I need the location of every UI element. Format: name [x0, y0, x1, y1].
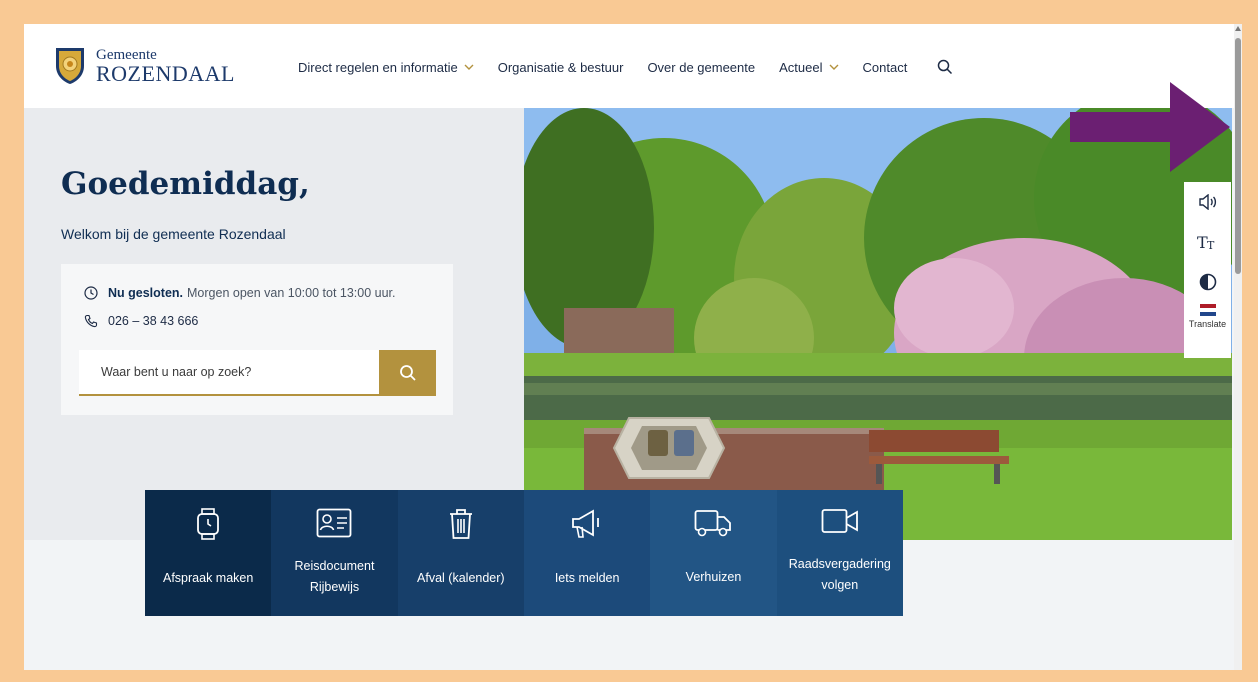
main-nav: Direct regelen en informatie Organisatie…: [298, 59, 953, 75]
chevron-down-icon: [464, 64, 474, 70]
nav-label: Actueel: [779, 59, 823, 75]
phone-icon: [84, 314, 98, 328]
nav-organisatie[interactable]: Organisatie & bestuur: [498, 60, 624, 75]
nav-label: Organisatie & bestuur: [497, 59, 624, 75]
smartwatch-icon: [197, 508, 220, 540]
scrollbar-thumb[interactable]: [1235, 38, 1241, 274]
welcome-text: Welkom bij de gemeente Rozendaal: [61, 226, 286, 242]
id-card-icon: [317, 508, 352, 538]
nav-direct-regelen[interactable]: Direct regelen en informatie: [298, 60, 474, 75]
nav-label: Contact: [862, 59, 908, 75]
tile-afspraak-maken[interactable]: Afspraak maken: [145, 490, 272, 616]
status-next-open: Morgen open van 10:00 tot 13:00 uur.: [187, 286, 396, 300]
quick-links: Afspraak maken Reisdocument Rijbewijs Af…: [145, 490, 903, 616]
tile-label: Raadsvergadering volgen: [788, 557, 891, 592]
tile-label: Reisdocument Rijbewijs: [294, 559, 375, 594]
svg-text:T: T: [1207, 239, 1215, 251]
accessibility-toolbar: TT Translate: [1184, 182, 1231, 358]
contrast-icon: [1199, 273, 1216, 291]
browser-viewport: Gemeente ROZENDAAL Direct regelen en inf…: [24, 24, 1242, 670]
site-logo[interactable]: Gemeente ROZENDAAL: [54, 46, 235, 86]
tile-afval-kalender[interactable]: Afval (kalender): [397, 490, 524, 616]
status-closed: Nu gesloten.: [108, 286, 184, 300]
chevron-down-icon: [829, 64, 838, 70]
hero-intro: Goedemiddag, Welkom bij de gemeente Roze…: [24, 108, 524, 540]
logo-wordmark: Gemeente ROZENDAAL: [96, 47, 235, 86]
hero-photo: [524, 108, 1232, 540]
tile-label: Afspraak maken: [163, 570, 254, 585]
translate-label: Translate: [1188, 319, 1227, 329]
coat-of-arms-icon: [56, 48, 84, 84]
speaker-icon: [1198, 194, 1216, 210]
scroll-up-arrow-icon[interactable]: [1235, 26, 1241, 31]
tile-label: Iets melden: [554, 570, 620, 585]
nav-label: Direct regelen en informatie: [298, 59, 458, 75]
text-size-icon: TT: [1197, 233, 1215, 251]
tile-verhuizen[interactable]: Verhuizen: [650, 490, 777, 616]
truck-icon: [695, 510, 732, 537]
search-icon: [399, 365, 416, 381]
search-button[interactable]: [379, 350, 436, 396]
nav-actueel[interactable]: Actueel: [779, 60, 838, 75]
page-scrollbar[interactable]: [1234, 24, 1242, 670]
phone-number: 026 – 38 43 666: [108, 314, 199, 328]
megaphone-icon: [572, 509, 600, 538]
nav-label: Over de gemeente: [647, 59, 756, 75]
contrast-button[interactable]: [1184, 262, 1231, 302]
clock-icon: [84, 286, 98, 300]
search-icon[interactable]: [937, 59, 953, 75]
trash-icon: [449, 509, 472, 539]
text-size-button[interactable]: TT: [1184, 222, 1231, 262]
video-icon: [821, 509, 858, 533]
tile-iets-melden[interactable]: Iets melden: [523, 490, 651, 616]
dutch-flag-icon: [1199, 304, 1216, 316]
tile-raadsvergadering[interactable]: Raadsvergadering volgen: [776, 490, 903, 616]
info-box: Nu gesloten. Morgen open van 10:00 tot 1…: [61, 264, 453, 415]
search-form: [79, 350, 436, 396]
tile-label: Afval (kalender): [417, 570, 505, 585]
translate-button[interactable]: Translate: [1189, 304, 1226, 329]
tile-reisdocument[interactable]: Reisdocument Rijbewijs: [271, 490, 398, 616]
annotation-arrow: [1070, 82, 1230, 172]
park-landscape-image: [524, 108, 1232, 540]
greeting-heading: Goedemiddag,: [61, 166, 310, 202]
nav-over-de-gemeente[interactable]: Over de gemeente: [647, 60, 755, 75]
read-aloud-button[interactable]: [1184, 182, 1231, 222]
site-header: Gemeente ROZENDAAL Direct regelen en inf…: [24, 24, 1234, 108]
nav-contact[interactable]: Contact: [863, 60, 908, 75]
opening-hours: Nu gesloten. Morgen open van 10:00 tot 1…: [84, 286, 396, 300]
search-input[interactable]: [79, 350, 379, 396]
tile-label: Verhuizen: [685, 569, 742, 584]
phone-row[interactable]: 026 – 38 43 666: [84, 314, 198, 328]
logo-line2: ROZENDAAL: [96, 60, 235, 86]
